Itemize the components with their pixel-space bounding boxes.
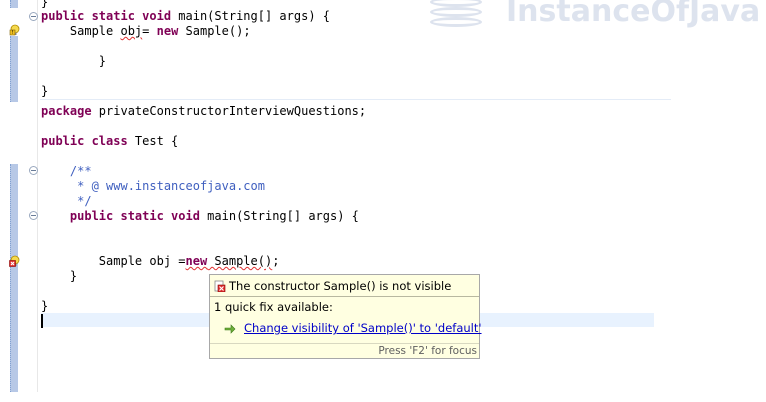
vertical-ruler: [0, 0, 22, 402]
code-line[interactable]: Sample obj= new Sample();: [41, 24, 251, 39]
gutter-separator: [37, 0, 38, 392]
warning-lightbulb-icon[interactable]: !: [9, 24, 21, 36]
code-line[interactable]: public static void main(String[] args) {: [41, 9, 330, 24]
fold-toggle-button[interactable]: [29, 211, 38, 220]
editor-divider: [40, 99, 671, 100]
code-line[interactable]: */: [41, 194, 91, 209]
ruler-occurrence-mark: [10, 164, 18, 392]
code-line[interactable]: }: [41, 269, 77, 284]
code-line[interactable]: public static void main(String[] args) {: [41, 209, 359, 224]
watermark-cylinder-icon: [430, 0, 482, 31]
code-line[interactable]: }: [41, 54, 106, 69]
code-line[interactable]: }: [41, 299, 48, 314]
ruler-occurrence-mark: [10, 36, 18, 102]
svg-text:!: !: [11, 30, 13, 36]
watermark-text: InstanceOfJava: [506, 0, 761, 29]
fold-toggle-button[interactable]: [29, 12, 38, 21]
code-line[interactable]: public class Test {: [41, 134, 178, 149]
code-line[interactable]: /**: [41, 164, 92, 179]
error-icon: [214, 280, 226, 292]
popup-header: The constructor Sample() is not visible: [214, 278, 451, 294]
quick-fix-link[interactable]: Change visibility of 'Sample()' to 'defa…: [244, 321, 482, 335]
ruler-occurrence-mark: [10, 0, 18, 8]
quick-fix-popup[interactable]: The constructor Sample() is not visible …: [209, 274, 482, 359]
popup-status-bar: Press 'F2' for focus: [210, 343, 479, 358]
text-cursor: [41, 314, 43, 328]
fold-toggle-button[interactable]: [29, 166, 38, 175]
quick-fix-count: 1 quick fix available:: [214, 300, 333, 314]
code-line[interactable]: package privateConstructorInterviewQuest…: [41, 104, 366, 119]
popup-separator: [210, 296, 479, 297]
quick-fix-item[interactable]: Change visibility of 'Sample()' to 'defa…: [224, 321, 482, 335]
change-arrow-icon: [224, 324, 236, 334]
code-line[interactable]: Sample obj =new Sample();: [41, 254, 280, 269]
code-line[interactable]: * @ www.instanceofjava.com: [41, 179, 265, 194]
popup-title: The constructor Sample() is not visible: [229, 279, 452, 293]
error-lightbulb-icon[interactable]: [9, 255, 21, 267]
watermark-logo: InstanceOfJava: [430, 0, 766, 34]
code-line[interactable]: }: [41, 84, 48, 99]
